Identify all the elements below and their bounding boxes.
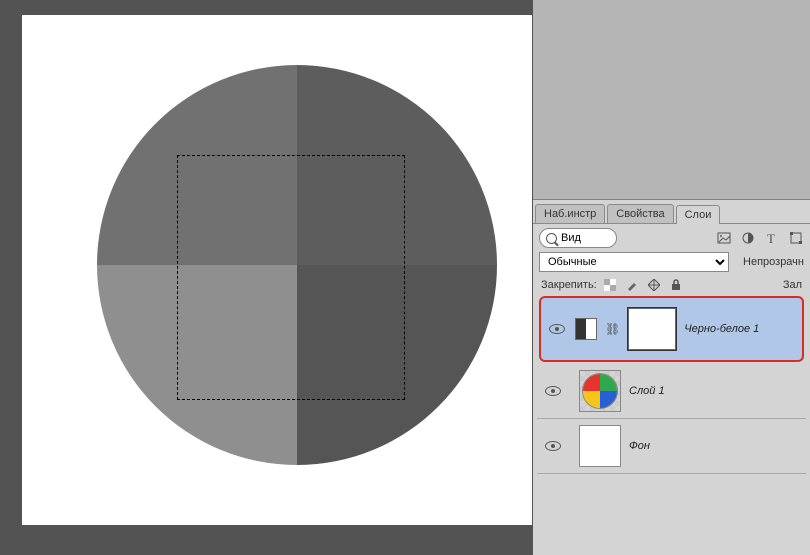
layer-content: ⛓ Черно-белое 1 <box>569 308 798 350</box>
filter-adjust-icon[interactable] <box>740 230 756 246</box>
lock-position-icon[interactable] <box>647 278 661 292</box>
svg-text:T: T <box>767 231 775 245</box>
mask-thumbnail[interactable] <box>628 308 676 350</box>
filter-shape-icon[interactable] <box>788 230 804 246</box>
layer-visibility[interactable] <box>545 324 569 334</box>
layer-name[interactable]: Черно-белое 1 <box>684 323 759 335</box>
filter-image-icon[interactable] <box>716 230 732 246</box>
layer-visibility[interactable] <box>541 441 565 451</box>
layer-item-background[interactable]: Фон <box>537 419 806 474</box>
layer-item-adjustment[interactable]: ⛓ Черно-белое 1 <box>539 296 804 362</box>
canvas[interactable] <box>22 15 532 525</box>
opacity-label: Непрозрачн <box>743 256 804 268</box>
layers-panel-body: T Обычные Непрозрачн Закрепить: <box>533 224 810 478</box>
eye-icon <box>549 324 565 334</box>
panel-top-space <box>533 0 810 200</box>
eye-icon <box>545 386 561 396</box>
layer-content: Слой 1 <box>565 370 802 412</box>
adjustment-bw-icon <box>575 318 597 340</box>
layer-content: Фон <box>565 425 802 467</box>
tab-properties[interactable]: Свойства <box>607 204 673 223</box>
filter-row: T <box>537 228 806 248</box>
panel-tabs: Наб.инстр Свойства Слои <box>533 200 810 224</box>
layer-thumbnail[interactable] <box>579 370 621 412</box>
lock-paint-icon[interactable] <box>625 278 639 292</box>
layers-list: ⛓ Черно-белое 1 Слой 1 <box>537 296 806 474</box>
lock-row: Закрепить: Зал <box>537 276 806 294</box>
eye-icon <box>545 441 561 451</box>
lock-transparency-icon[interactable] <box>603 278 617 292</box>
lock-all-icon[interactable] <box>669 278 683 292</box>
blend-row: Обычные Непрозрачн <box>537 252 806 272</box>
search-icon <box>546 233 557 244</box>
link-icon[interactable]: ⛓ <box>605 322 620 336</box>
layer-name[interactable]: Слой 1 <box>629 385 665 397</box>
tab-toolset[interactable]: Наб.инстр <box>535 204 605 223</box>
layer-name[interactable]: Фон <box>629 440 650 452</box>
layer-item-layer1[interactable]: Слой 1 <box>537 364 806 419</box>
layer-visibility[interactable] <box>541 386 565 396</box>
filter-input[interactable] <box>561 232 601 244</box>
side-panel: Наб.инстр Свойства Слои T <box>533 0 810 555</box>
blend-mode-select[interactable]: Обычные <box>539 252 729 272</box>
fill-label: Зал <box>783 279 802 291</box>
tab-layers[interactable]: Слои <box>676 205 721 224</box>
layer-thumbnail[interactable] <box>579 425 621 467</box>
filter-text-icon[interactable]: T <box>764 230 780 246</box>
layer-filter-search[interactable] <box>539 228 617 248</box>
lock-label: Закрепить: <box>541 279 597 291</box>
filter-icons: T <box>716 230 804 246</box>
color-circle-thumb <box>582 373 618 409</box>
lock-icons <box>603 278 683 292</box>
marquee-selection[interactable] <box>177 155 405 400</box>
